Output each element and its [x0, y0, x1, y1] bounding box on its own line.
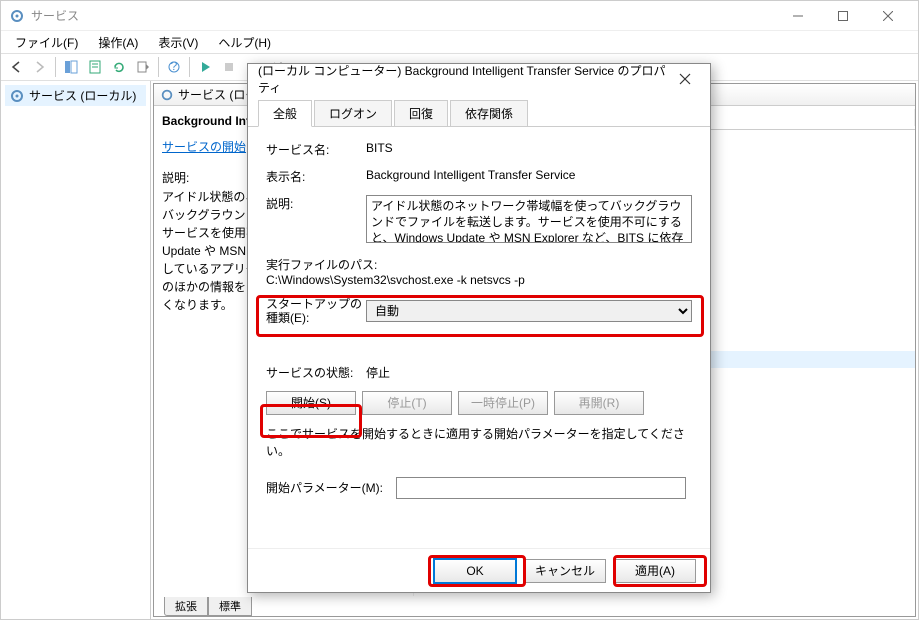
export-icon[interactable]: [132, 56, 154, 78]
back-button[interactable]: [5, 56, 27, 78]
menu-help[interactable]: ヘルプ(H): [210, 32, 279, 53]
refresh-icon[interactable]: [108, 56, 130, 78]
tab-logon[interactable]: ログオン: [314, 100, 392, 127]
tab-general[interactable]: 全般: [258, 100, 312, 127]
forward-button[interactable]: [29, 56, 51, 78]
dialog-body: サービス名: BITS 表示名: Background Intelligent …: [248, 127, 710, 548]
tab-dependencies[interactable]: 依存関係: [450, 100, 528, 127]
properties-icon[interactable]: [84, 56, 106, 78]
separator: [158, 57, 159, 77]
label-exe-path: 実行ファイルのパス:: [266, 256, 692, 273]
value-service-status: 停止: [366, 364, 692, 381]
gear-icon: [160, 88, 174, 102]
stop-icon[interactable]: [218, 56, 240, 78]
ok-button[interactable]: OK: [434, 559, 516, 583]
titlebar: サービス: [1, 1, 918, 31]
value-service-name: BITS: [366, 141, 692, 155]
minimize-button[interactable]: [775, 2, 820, 30]
dialog-close-button[interactable]: [670, 67, 700, 91]
dialog-footer: OK キャンセル 適用(A): [248, 548, 710, 592]
startup-type-select[interactable]: 自動: [366, 300, 692, 322]
label-display-name: 表示名:: [266, 168, 366, 185]
close-button[interactable]: [865, 2, 910, 30]
help-icon[interactable]: ?: [163, 56, 185, 78]
dialog-title: (ローカル コンピューター) Background Intelligent Tr…: [258, 62, 670, 96]
value-exe-path: C:\Windows\System32\svchost.exe -k netsv…: [266, 273, 692, 287]
description-textarea[interactable]: アイドル状態のネットワーク帯域幅を使ってバックグラウンドでファイルを転送します。…: [366, 195, 692, 243]
gear-icon: [9, 88, 25, 104]
window-title: サービス: [31, 7, 775, 24]
properties-dialog: (ローカル コンピューター) Background Intelligent Tr…: [247, 63, 711, 593]
nav-pane: サービス (ローカル): [1, 81, 151, 619]
label-service-name: サービス名:: [266, 141, 366, 158]
value-display-name: Background Intelligent Transfer Service: [366, 168, 692, 182]
params-hint: ここでサービスを開始するときに適用する開始パラメーターを指定してください。: [266, 425, 692, 459]
label-description: 説明:: [266, 195, 366, 212]
stop-button: 停止(T): [362, 391, 452, 415]
start-button[interactable]: 開始(S): [266, 391, 356, 415]
detail-view-icon[interactable]: [60, 56, 82, 78]
tab-extended[interactable]: 拡張: [164, 597, 208, 616]
dialog-tabs: 全般 ログオン 回復 依存関係: [248, 94, 710, 127]
maximize-button[interactable]: [820, 2, 865, 30]
label-startup-type: スタートアップの種類(E):: [266, 297, 366, 326]
apply-button[interactable]: 適用(A): [614, 559, 696, 583]
nav-label: サービス (ローカル): [29, 87, 136, 104]
menu-action[interactable]: 操作(A): [90, 32, 146, 53]
menu-file[interactable]: ファイル(F): [7, 32, 86, 53]
pause-button: 一時停止(P): [458, 391, 548, 415]
play-icon[interactable]: [194, 56, 216, 78]
dialog-titlebar: (ローカル コンピューター) Background Intelligent Tr…: [248, 64, 710, 94]
nav-services-local[interactable]: サービス (ローカル): [5, 85, 146, 106]
start-params-input[interactable]: [396, 477, 686, 499]
separator: [55, 57, 56, 77]
svg-text:?: ?: [171, 60, 178, 73]
resume-button: 再開(R): [554, 391, 644, 415]
menu-view[interactable]: 表示(V): [150, 32, 206, 53]
tabs-bottom: 拡張 標準: [154, 596, 915, 616]
tab-standard[interactable]: 標準: [208, 597, 252, 616]
label-service-status: サービスの状態:: [266, 364, 366, 381]
tab-recovery[interactable]: 回復: [394, 100, 448, 127]
separator: [189, 57, 190, 77]
menubar: ファイル(F) 操作(A) 表示(V) ヘルプ(H): [1, 31, 918, 53]
window-controls: [775, 2, 910, 30]
label-start-params: 開始パラメーター(M):: [266, 479, 396, 496]
gear-icon: [9, 8, 25, 24]
cancel-button[interactable]: キャンセル: [524, 559, 606, 583]
